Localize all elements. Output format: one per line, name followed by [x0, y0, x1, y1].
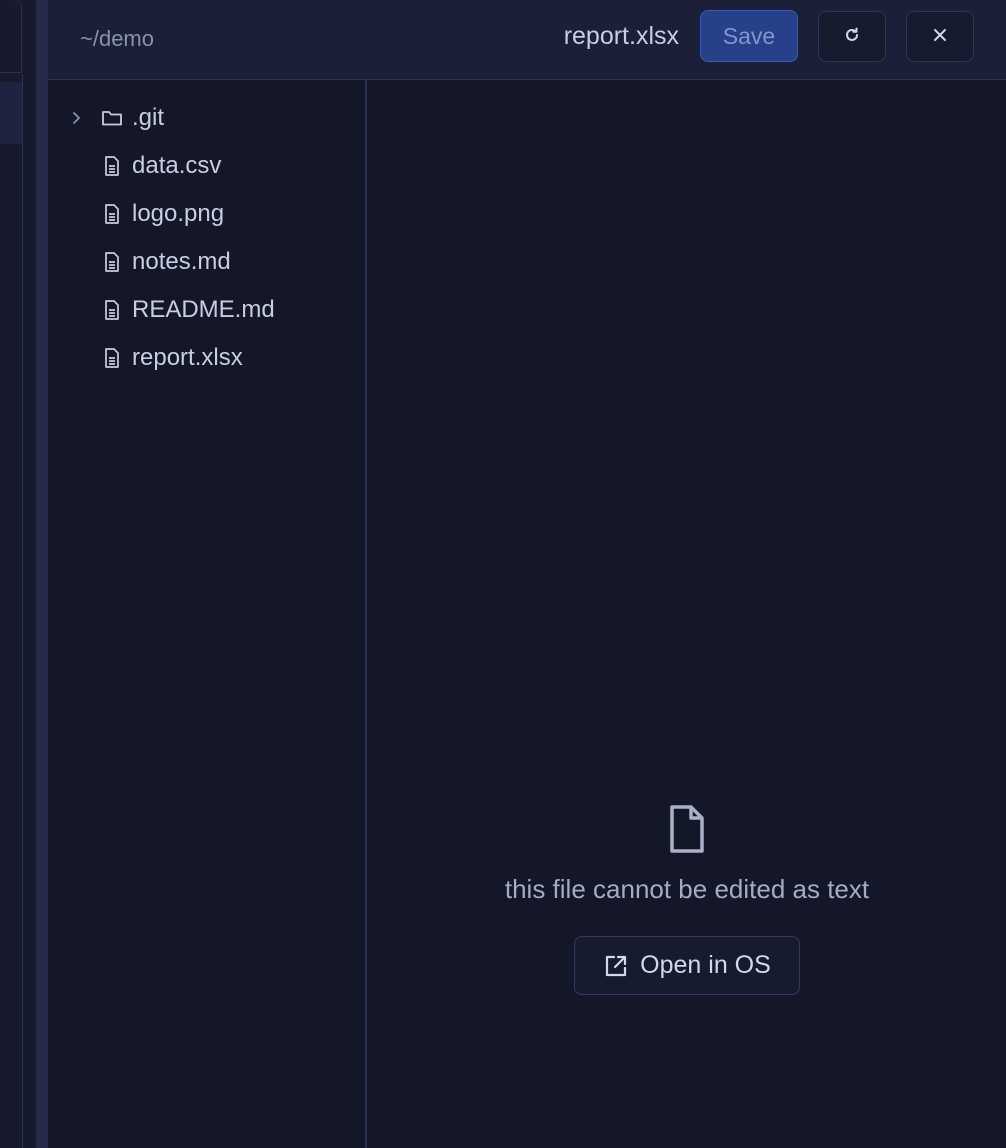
- file-icon: [101, 155, 123, 177]
- background-window: [0, 0, 36, 1148]
- close-button[interactable]: [906, 11, 974, 62]
- close-icon: [932, 27, 948, 46]
- tree-item-notes-md[interactable]: notes.md: [48, 238, 365, 286]
- save-button[interactable]: Save: [700, 10, 798, 62]
- file-tree: .git data.csv logo.png notes.md README.m…: [48, 80, 367, 1148]
- tree-item-label: data.csv: [132, 152, 222, 179]
- background-window-header: [0, 0, 22, 73]
- open-in-os-button[interactable]: Open in OS: [574, 936, 800, 995]
- reload-button[interactable]: [818, 11, 886, 62]
- background-selected-row: [0, 82, 22, 144]
- tree-item-label: report.xlsx: [132, 344, 243, 371]
- resize-handle[interactable]: [36, 0, 48, 1148]
- file-icon: [101, 251, 123, 273]
- reload-icon: [843, 26, 861, 47]
- folder-icon: [101, 107, 123, 129]
- current-filename: report.xlsx: [563, 22, 679, 50]
- tree-item-label: notes.md: [132, 248, 231, 275]
- directory-path: ~/demo: [80, 26, 154, 51]
- chevron-right-icon[interactable]: [66, 108, 86, 128]
- file-icon: [101, 203, 123, 225]
- file-icon: [101, 299, 123, 321]
- tree-item-readme-md[interactable]: README.md: [48, 286, 365, 334]
- tree-item-label: .git: [132, 104, 165, 131]
- open-in-os-label: Open in OS: [640, 951, 771, 979]
- file-icon: [101, 347, 123, 369]
- tree-item-logo-png[interactable]: logo.png: [48, 190, 365, 238]
- tree-item-git[interactable]: .git: [48, 94, 365, 142]
- unsupported-file-message: this file cannot be edited as text: [504, 874, 870, 904]
- file-editor-panel: ~/demo report.xlsx Save .git data.csv lo…: [48, 0, 1006, 1148]
- tree-item-label: logo.png: [132, 200, 225, 227]
- background-divider: [22, 74, 23, 1148]
- editor-header: ~/demo report.xlsx Save: [48, 0, 1006, 80]
- external-link-icon: [603, 953, 629, 979]
- tree-item-label: README.md: [132, 296, 275, 323]
- file-icon: [667, 804, 707, 854]
- tree-item-report-xlsx[interactable]: report.xlsx: [48, 334, 365, 382]
- editor-content: this file cannot be edited as text Open …: [368, 80, 1006, 1148]
- tree-item-data-csv[interactable]: data.csv: [48, 142, 365, 190]
